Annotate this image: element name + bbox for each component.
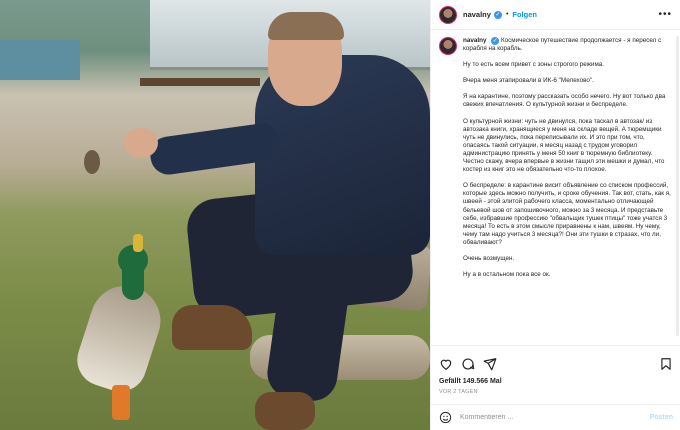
share-icon[interactable] (483, 357, 497, 371)
bookmark-icon[interactable] (659, 357, 673, 371)
photo-bench (140, 78, 260, 86)
likes-count[interactable]: Gefällt 149.566 Mal (439, 378, 673, 385)
caption-paragraph: Ну а в остальном пока все ок. (463, 271, 551, 279)
photo-man-hand (124, 128, 158, 158)
caption-paragraph: Я на карантине, поэтому рассказать особо… (463, 93, 668, 109)
post-side-panel: navalny ✓ • Folgen ••• navalny ✓ Космиче… (430, 0, 680, 430)
comment-icon[interactable] (461, 357, 475, 371)
emoji-icon[interactable] (439, 411, 452, 424)
caption-paragraph: Очень возмущен. (463, 254, 515, 262)
verified-badge-icon: ✓ (493, 10, 502, 19)
photo-duck-bill (133, 234, 143, 252)
photo-shoe (255, 392, 315, 430)
photo-duck-body (70, 276, 170, 399)
caption-scroll-area[interactable]: navalny ✓ Космическое путешествие продол… (431, 31, 680, 343)
post-comment-button[interactable]: Posten (650, 414, 673, 421)
separator-dot: • (505, 11, 509, 18)
action-icons (439, 354, 673, 374)
photo-shoe (172, 305, 252, 350)
photo-duck-distant (84, 150, 100, 174)
heart-icon[interactable] (439, 357, 453, 371)
post-header: navalny ✓ • Folgen ••• (431, 0, 680, 30)
post-photo[interactable] (0, 0, 430, 430)
more-options-icon[interactable]: ••• (658, 9, 672, 20)
photo-man-hair (268, 12, 344, 40)
caption-scrollbar[interactable] (676, 36, 679, 336)
username[interactable]: navalny (463, 10, 491, 19)
post-actions: Gefällt 149.566 Mal VOR 2 TAGEN (431, 345, 680, 395)
comment-input[interactable] (460, 414, 620, 421)
photo-lake (0, 40, 80, 80)
photo-duck-legs (112, 385, 130, 420)
caption-row: navalny ✓ Космическое путешествие продол… (439, 37, 673, 287)
comment-bar: Posten (431, 404, 680, 430)
post-date[interactable]: VOR 2 TAGEN (439, 389, 673, 395)
avatar[interactable] (439, 5, 457, 24)
caption-paragraph: navalny ✓ Космическое путешествие продол… (463, 37, 664, 53)
follow-button[interactable]: Folgen (512, 10, 537, 19)
caption-paragraph: Ну то есть всем привет с зоны строгого р… (463, 61, 605, 69)
caption-paragraph: О беспределе: в карантине висит объявлен… (463, 182, 673, 246)
verified-badge-icon: ✓ (491, 37, 500, 46)
caption-paragraph: Вчера меня этапировали в ИК-6 "Мелехово"… (463, 77, 594, 85)
caption-avatar[interactable] (439, 37, 457, 55)
caption-username[interactable]: navalny (463, 37, 486, 44)
caption-text: navalny ✓ Космическое путешествие продол… (463, 37, 673, 287)
caption-paragraph: О культурной жизни: чуть не двинулся, по… (463, 117, 667, 174)
